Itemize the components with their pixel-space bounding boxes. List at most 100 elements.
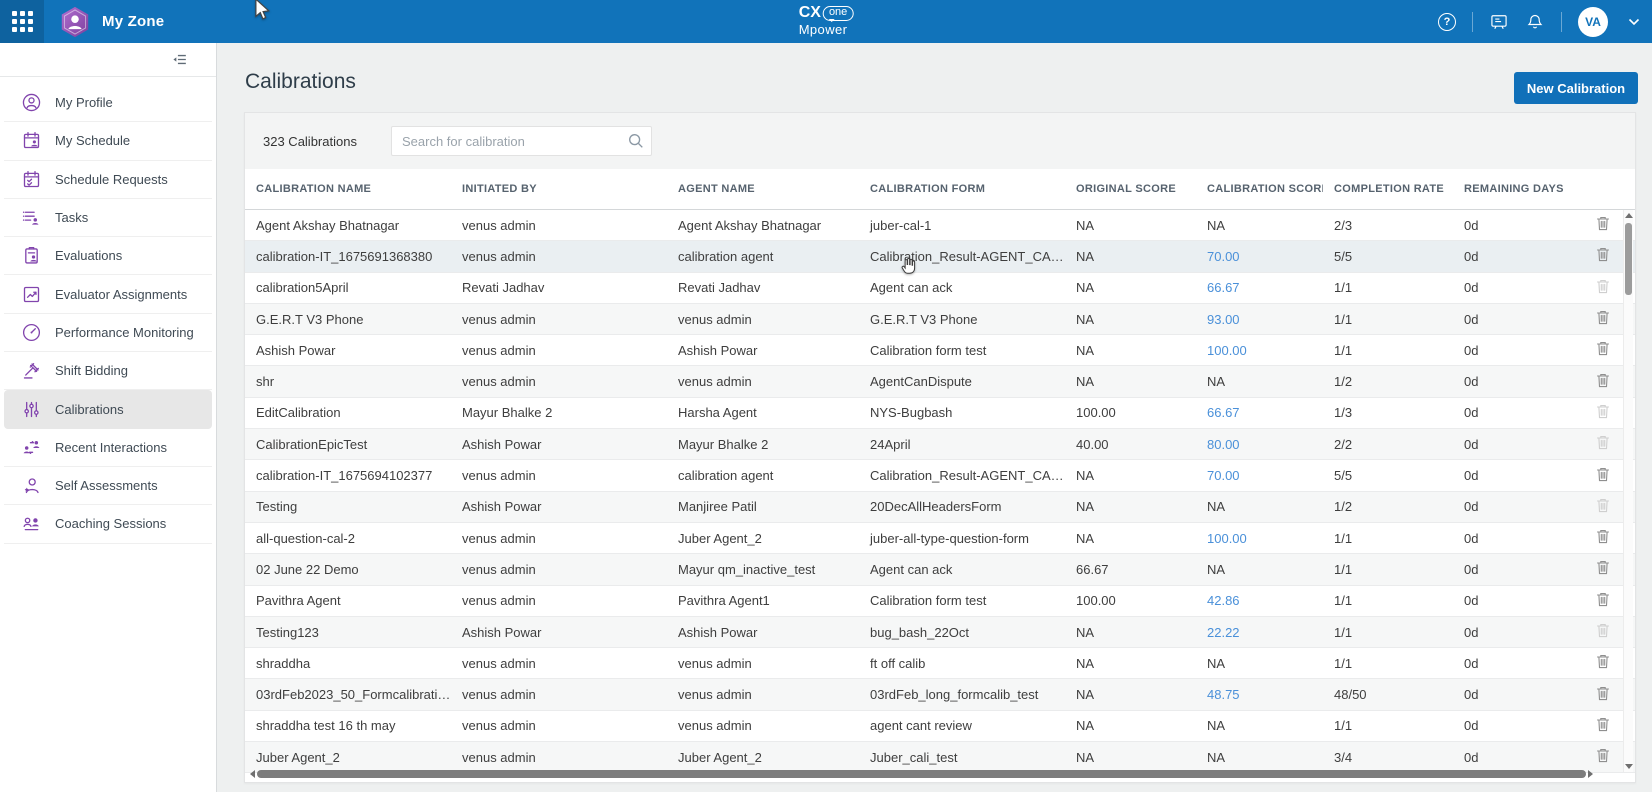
table-row[interactable]: 03rdFeb2023_50_Formcalibratio...venus ad… [245,679,1635,710]
delete-trash-icon[interactable] [1595,403,1611,420]
cell-calibration-score-link[interactable]: 22.22 [1196,625,1323,640]
training-screen-icon[interactable] [1489,12,1509,32]
cell-actions [1589,622,1625,642]
sidebar-item-recent-interactions[interactable]: Recent Interactions [4,429,212,467]
evaluator-assignments-icon [21,284,42,305]
cell-calibration-score-link[interactable]: 42.86 [1196,593,1323,608]
cell-remaining-days: 0d [1453,718,1589,733]
cell-completion-rate: 5/5 [1323,468,1453,483]
app-switcher-button[interactable] [0,0,44,43]
delete-trash-icon[interactable] [1595,559,1611,576]
cell-calibration-score-link[interactable]: 100.00 [1196,531,1323,546]
delete-trash-icon[interactable] [1595,591,1611,608]
table-row[interactable]: Pavithra Agentvenus adminPavithra Agent1… [245,586,1635,617]
scroll-down-icon[interactable] [1625,764,1633,769]
cell-calibration-name: calibration-IT_1675694102377 [245,468,451,483]
delete-trash-icon[interactable] [1595,622,1611,639]
delete-trash-icon[interactable] [1595,497,1611,514]
schedule-requests-icon [21,169,42,190]
horizontal-scroll-thumb[interactable] [257,770,1586,778]
table-row[interactable]: Ashish Powarvenus adminAshish PowarCalib… [245,335,1635,366]
cell-calibration-form: Juber_cali_test [859,750,1065,765]
cell-calibration-score-link[interactable]: 93.00 [1196,312,1323,327]
logo-cx-text: CX [799,5,821,22]
cell-calibration-score-link[interactable]: 80.00 [1196,437,1323,452]
cell-calibration-form: G.E.R.T V3 Phone [859,312,1065,327]
delete-trash-icon[interactable] [1595,434,1611,451]
table-row[interactable]: EditCalibrationMayur Bhalke 2Harsha Agen… [245,398,1635,429]
cell-calibration-score-link[interactable]: 100.00 [1196,343,1323,358]
performance-monitoring-icon [21,322,42,343]
delete-trash-icon[interactable] [1595,747,1611,764]
recent-interactions-icon [21,437,42,458]
delete-trash-icon[interactable] [1595,246,1611,263]
delete-trash-icon[interactable] [1595,716,1611,733]
delete-trash-icon[interactable] [1595,309,1611,326]
sidebar-item-label: My Schedule [55,133,130,148]
sidebar-item-evaluations[interactable]: Evaluations [4,237,212,275]
table-row[interactable]: calibration-IT_1675691368380venus adminc… [245,241,1635,272]
sidebar-item-schedule-requests[interactable]: Schedule Requests [4,161,212,199]
column-header: COMPLETION RATE [1323,183,1453,195]
cell-calibration-score-link[interactable]: 66.67 [1196,405,1323,420]
vertical-scrollbar[interactable] [1623,210,1633,772]
table-row[interactable]: TestingAshish PowarManjiree Patil20DecAl… [245,492,1635,523]
sidebar-item-shift-bidding[interactable]: Shift Bidding [4,352,212,390]
table-row[interactable]: all-question-cal-2venus adminJuber Agent… [245,523,1635,554]
cell-initiated-by: venus admin [451,374,667,389]
cell-initiated-by: Ashish Powar [451,499,667,514]
cell-calibration-score-link[interactable]: 70.00 [1196,249,1323,264]
sidebar-item-self-assessments[interactable]: Self Assessments [4,467,212,505]
sidebar-item-evaluator-assignments[interactable]: Evaluator Assignments [4,275,212,313]
horizontal-scrollbar[interactable] [250,769,1593,778]
delete-trash-icon[interactable] [1595,685,1611,702]
new-calibration-button[interactable]: New Calibration [1514,72,1638,104]
scroll-left-icon[interactable] [250,770,255,778]
sidebar-item-calibrations[interactable]: Calibrations [4,390,212,428]
help-icon[interactable]: ? [1438,13,1456,31]
delete-trash-icon[interactable] [1595,466,1611,483]
cell-calibration-score-link[interactable]: 70.00 [1196,468,1323,483]
cell-calibration-score-link[interactable]: 48.75 [1196,687,1323,702]
sidebar-item-coaching-sessions[interactable]: Coaching Sessions [4,505,212,543]
delete-trash-icon[interactable] [1595,528,1611,545]
sidebar-item-my-schedule[interactable]: My Schedule [4,122,212,160]
scroll-right-icon[interactable] [1588,770,1593,778]
cell-calibration-score-link[interactable]: 66.67 [1196,280,1323,295]
scroll-up-icon[interactable] [1625,213,1633,218]
cell-calibration-form: agent cant review [859,718,1065,733]
table-row[interactable]: G.E.R.T V3 Phonevenus adminvenus adminG.… [245,304,1635,335]
table-row[interactable]: shraddhavenus adminvenus adminft off cal… [245,648,1635,679]
table-row[interactable]: calibration5AprilRevati JadhavRevati Jad… [245,273,1635,304]
logo-mpower-text: Mpower [799,23,854,37]
sidebar-item-performance-monitoring[interactable]: Performance Monitoring [4,314,212,352]
table-row[interactable]: CalibrationEpicTestAshish PowarMayur Bha… [245,429,1635,460]
cell-agent-name: calibration agent [667,249,859,264]
sidebar-item-label: Performance Monitoring [55,325,194,340]
notifications-bell-icon[interactable] [1525,12,1545,32]
user-avatar[interactable]: VA [1578,7,1608,37]
table-row[interactable]: Testing123Ashish PowarAshish Powarbug_ba… [245,617,1635,648]
sidebar-collapse-icon[interactable] [168,49,190,71]
delete-trash-icon[interactable] [1595,653,1611,670]
sidebar-item-label: My Profile [55,95,113,110]
search-input[interactable] [391,126,652,156]
table-row[interactable]: calibration-IT_1675694102377venus adminc… [245,460,1635,491]
cell-actions [1589,434,1625,454]
chevron-down-icon[interactable] [1624,12,1644,32]
delete-trash-icon[interactable] [1595,215,1611,232]
table-row[interactable]: 02 June 22 Demovenus adminMayur qm_inact… [245,554,1635,585]
cell-original-score: NA [1065,343,1196,358]
delete-trash-icon[interactable] [1595,340,1611,357]
table-row[interactable]: Agent Akshay Bhatnagarvenus adminAgent A… [245,210,1635,241]
cell-completion-rate: 1/1 [1323,562,1453,577]
table-row[interactable]: shrvenus adminvenus adminAgentCanDispute… [245,366,1635,397]
vertical-scroll-thumb[interactable] [1625,223,1632,295]
delete-trash-icon[interactable] [1595,278,1611,295]
table-row[interactable]: shraddha test 16 th mayvenus adminvenus … [245,711,1635,742]
cell-completion-rate: 1/1 [1323,625,1453,640]
sidebar-item-tasks[interactable]: Tasks [4,199,212,237]
sidebar-item-my-profile[interactable]: My Profile [4,84,212,122]
page-title: Calibrations [245,70,356,94]
delete-trash-icon[interactable] [1595,372,1611,389]
